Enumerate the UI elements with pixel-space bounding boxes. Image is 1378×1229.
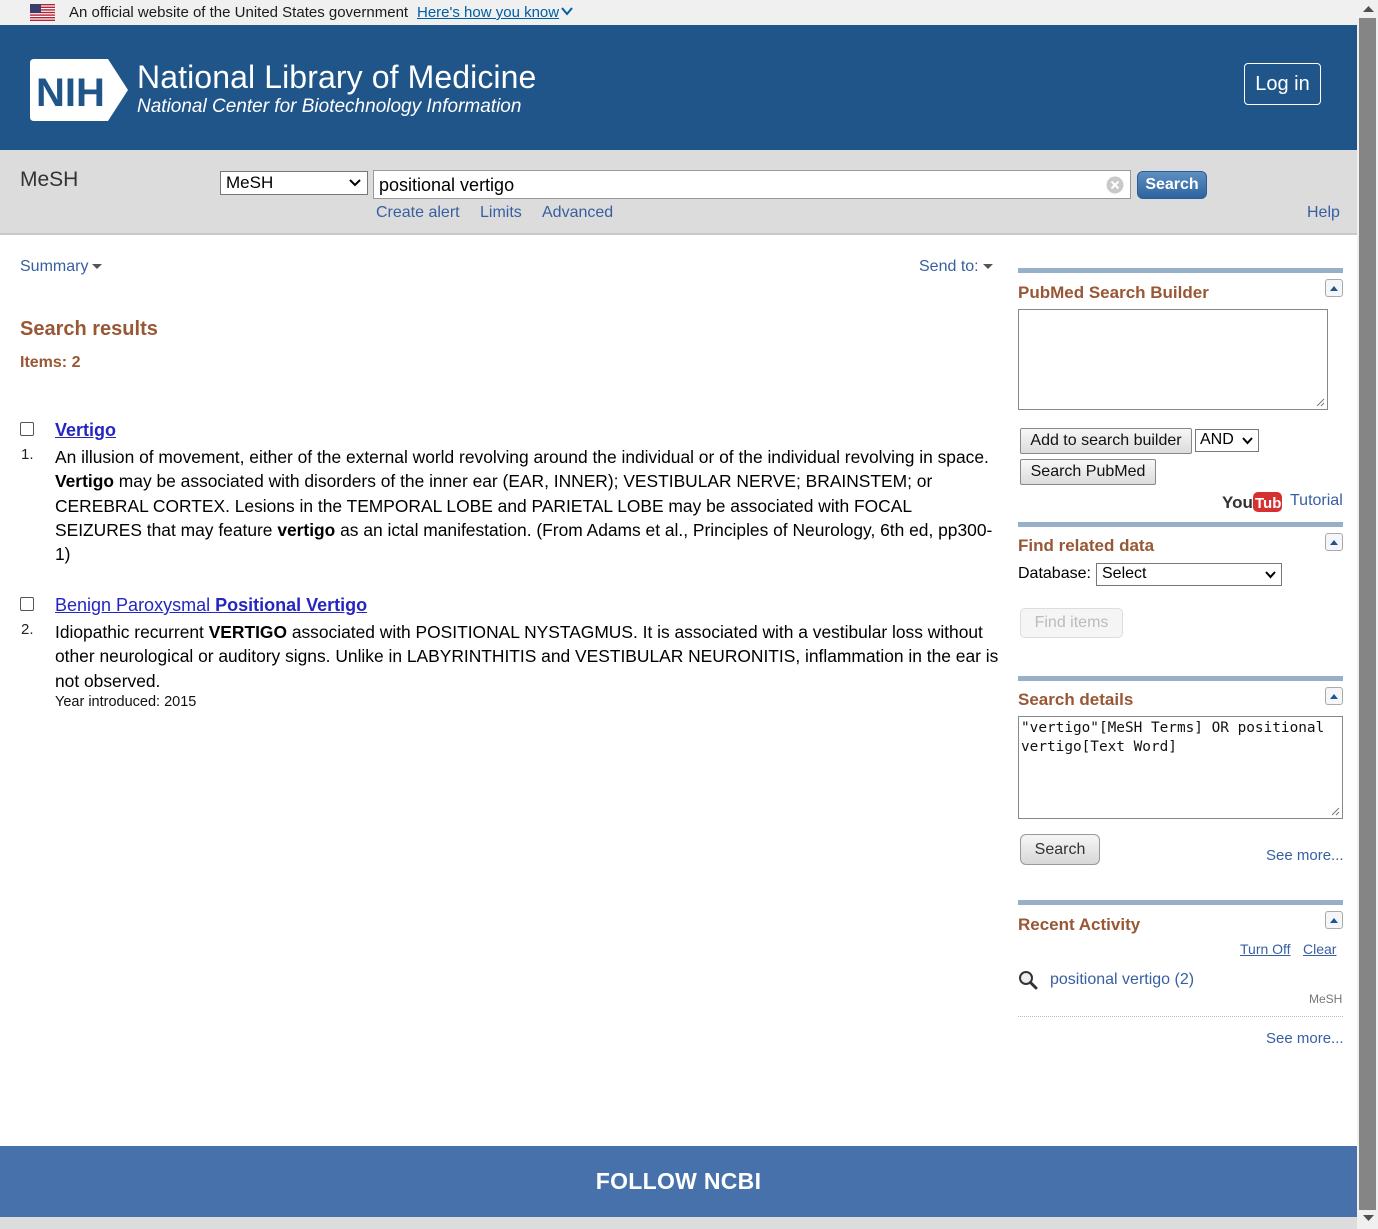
recent-activity-title[interactable]: Recent Activity bbox=[1018, 915, 1140, 935]
nih-logo-icon[interactable]: NIH bbox=[30, 59, 128, 121]
footer-bottom-strip bbox=[0, 1217, 1357, 1229]
recent-activity-item-link[interactable]: positional vertigo (2) bbox=[1050, 971, 1194, 989]
dropdown-arrow-icon bbox=[92, 264, 103, 270]
svg-text:You: You bbox=[1222, 493, 1253, 512]
us-flag-icon bbox=[30, 4, 55, 21]
database-select[interactable]: MeSH bbox=[220, 171, 368, 195]
svg-text:Tube: Tube bbox=[1255, 495, 1282, 512]
details-see-more-link[interactable]: See more... bbox=[1266, 847, 1344, 864]
how-you-know-link[interactable]: Here's how you know bbox=[417, 4, 559, 21]
search-icon bbox=[1019, 971, 1038, 990]
search-builder-textarea[interactable] bbox=[1018, 309, 1328, 410]
footer-title: FOLLOW NCBI bbox=[595, 1168, 762, 1194]
site-subtitle: National Center for Biotechnology Inform… bbox=[137, 96, 522, 117]
database-label: Database: bbox=[1018, 565, 1091, 582]
clear-search-icon[interactable] bbox=[1106, 176, 1124, 194]
details-search-button[interactable]: Search bbox=[1020, 834, 1100, 865]
scroll-up-icon[interactable] bbox=[1363, 5, 1374, 13]
portlet-divider bbox=[1018, 268, 1343, 273]
result-number: 1. bbox=[21, 446, 34, 463]
result-checkbox[interactable] bbox=[20, 422, 34, 436]
collapse-icon[interactable] bbox=[1325, 687, 1343, 705]
send-to-menu[interactable]: Send to: bbox=[919, 258, 993, 276]
activity-see-more-link[interactable]: See more... bbox=[1266, 1030, 1344, 1047]
search-pubmed-button[interactable]: Search PubMed bbox=[1020, 459, 1156, 485]
limits-link[interactable]: Limits bbox=[480, 204, 522, 222]
find-items-button[interactable]: Find items bbox=[1020, 608, 1123, 638]
search-details-query: "vertigo"[MeSH Terms] OR positional vert… bbox=[1021, 720, 1325, 755]
operator-select[interactable]: AND bbox=[1195, 429, 1259, 452]
site-title[interactable]: National Library of Medicine bbox=[137, 59, 536, 96]
gov-banner-text: An official website of the United States… bbox=[69, 4, 409, 21]
related-database-select[interactable]: Select bbox=[1096, 563, 1282, 586]
turn-off-link[interactable]: Turn Off bbox=[1240, 941, 1291, 957]
gov-banner: An official website of the United States… bbox=[0, 0, 1357, 25]
chevron-down-icon[interactable] bbox=[561, 7, 573, 16]
recent-activity-item-db: MeSH bbox=[1309, 992, 1343, 1006]
chevron-down-icon bbox=[1265, 571, 1276, 579]
chevron-down-icon bbox=[1242, 437, 1253, 445]
divider bbox=[1018, 1016, 1343, 1017]
search-input[interactable]: positional vertigo bbox=[373, 170, 1131, 199]
result-description: An illusion of movement, either of the e… bbox=[55, 447, 993, 565]
search-button[interactable]: Search bbox=[1137, 171, 1207, 199]
search-bar: MeSH MeSH positional vertigo Search Crea… bbox=[0, 150, 1357, 235]
search-builder-title[interactable]: PubMed Search Builder bbox=[1018, 283, 1209, 303]
advanced-link[interactable]: Advanced bbox=[542, 204, 613, 222]
results-heading: Search results bbox=[20, 318, 158, 340]
summary-format-menu[interactable]: Summary bbox=[20, 258, 103, 276]
site-header: NIH National Library of Medicine Nationa… bbox=[0, 25, 1357, 150]
help-link[interactable]: Help bbox=[1307, 204, 1340, 222]
collapse-icon[interactable] bbox=[1325, 533, 1343, 551]
add-to-builder-button[interactable]: Add to search builder bbox=[1020, 428, 1192, 454]
find-related-title[interactable]: Find related data bbox=[1018, 536, 1154, 556]
resize-grip-icon[interactable] bbox=[1330, 806, 1340, 816]
create-alert-link[interactable]: Create alert bbox=[376, 204, 460, 222]
items-count: Items: 2 bbox=[20, 354, 81, 371]
search-details-title[interactable]: Search details bbox=[1018, 690, 1133, 710]
result-description: Idiopathic recurrent VERTIGO associated … bbox=[55, 622, 999, 691]
send-to-label: Send to: bbox=[919, 258, 979, 275]
collapse-icon[interactable] bbox=[1325, 911, 1343, 929]
portlet-divider bbox=[1018, 522, 1343, 527]
result-checkbox[interactable] bbox=[20, 597, 34, 611]
portlet-divider bbox=[1018, 900, 1343, 905]
related-database-value: Select bbox=[1102, 565, 1147, 582]
operator-select-value: AND bbox=[1200, 431, 1234, 448]
year-introduced: Year introduced: 2015 bbox=[55, 694, 197, 710]
summary-label: Summary bbox=[20, 258, 89, 275]
clear-link[interactable]: Clear bbox=[1303, 941, 1336, 957]
scroll-down-icon[interactable] bbox=[1363, 1214, 1374, 1222]
nih-logo-text: NIH bbox=[36, 71, 105, 115]
scrollbar-thumb[interactable] bbox=[1359, 18, 1376, 1210]
dropdown-arrow-icon bbox=[982, 264, 993, 270]
collapse-icon[interactable] bbox=[1325, 279, 1343, 297]
resize-grip-icon[interactable] bbox=[1315, 397, 1325, 407]
portlet-divider bbox=[1018, 676, 1343, 681]
search-input-value: positional vertigo bbox=[379, 175, 515, 195]
result-title-link[interactable]: Benign Paroxysmal Positional Vertigo bbox=[55, 595, 367, 616]
chevron-down-icon bbox=[349, 179, 361, 187]
footer: FOLLOW NCBI bbox=[0, 1146, 1357, 1217]
result-title-link[interactable]: Vertigo bbox=[55, 420, 116, 441]
result-number: 2. bbox=[21, 621, 34, 638]
youtube-icon[interactable]: You Tube bbox=[1222, 491, 1282, 513]
database-name: MeSH bbox=[20, 168, 79, 191]
database-select-value: MeSH bbox=[226, 173, 274, 192]
login-button[interactable]: Log in bbox=[1244, 63, 1321, 105]
tutorial-link[interactable]: Tutorial bbox=[1290, 492, 1343, 510]
